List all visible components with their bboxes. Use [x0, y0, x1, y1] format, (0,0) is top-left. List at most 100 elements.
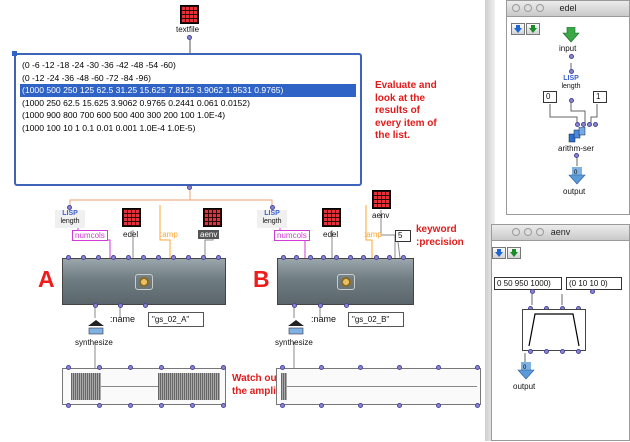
sound-a-outlet-4[interactable]	[159, 403, 164, 408]
sound-b-inlet-6[interactable]	[475, 365, 480, 370]
arithm-outlet[interactable]	[574, 153, 579, 158]
aenv-window[interactable]: aenv 0 50 950 1000) (0 10 10 0) 0 output	[491, 224, 630, 441]
synth-b-inlet-4[interactable]	[320, 255, 326, 260]
sound-view-a[interactable]	[62, 368, 226, 405]
sound-a-outlet-6[interactable]	[221, 403, 226, 408]
patch-canvas[interactable]: textfile (0 -6 -12 -18 -24 -30 -36 -42 -…	[0, 0, 484, 441]
synth-a-inlet-7[interactable]	[156, 255, 161, 260]
synth-b-inlet-6[interactable]	[347, 255, 353, 260]
text-list-item[interactable]: (1000 500 250 125 62.5 31.25 15.625 7.81…	[20, 84, 356, 97]
sound-a-inlet-4[interactable]	[159, 365, 164, 370]
sound-b-inlet-3[interactable]	[358, 365, 363, 370]
synth-a-outlet-3[interactable]	[143, 303, 148, 308]
synth-a-inlet-11[interactable]	[216, 255, 221, 260]
name-field-a[interactable]: "gs_02_A"	[148, 312, 204, 327]
sound-a-outlet-5[interactable]	[190, 403, 195, 408]
synth-a-inlet-10[interactable]	[201, 255, 206, 260]
input-icon[interactable]	[562, 26, 580, 45]
synth-a-inlet-1[interactable]	[66, 255, 71, 260]
sound-b-outlet-5[interactable]	[436, 403, 441, 408]
sound-a-outlet-2[interactable]	[97, 403, 102, 408]
edel-a-icon[interactable]	[122, 208, 141, 227]
synth-a-inlet-2[interactable]	[81, 255, 86, 260]
sound-a-inlet-6[interactable]	[221, 365, 226, 370]
synth-a-inlet-5[interactable]	[126, 255, 131, 260]
output-icon[interactable]: 0	[568, 167, 586, 187]
synth-a-inlet-9[interactable]	[186, 255, 191, 260]
list-box-y[interactable]: (0 10 10 0)	[566, 277, 622, 290]
name-field-b[interactable]: "gs_02_B"	[348, 312, 404, 327]
text-list-item[interactable]: (1000 900 800 700 600 500 400 300 200 10…	[20, 109, 356, 122]
sound-b-outlet-6[interactable]	[475, 403, 480, 408]
synth-b-inlet-7[interactable]	[360, 255, 366, 260]
number-box-1[interactable]: 1	[593, 91, 607, 103]
bpf-outlet-4[interactable]	[576, 349, 581, 354]
text-list-item[interactable]: (0 -12 -24 -36 -48 -60 -72 -84 -96)	[20, 72, 356, 85]
sound-a-outlet-3[interactable]	[128, 403, 133, 408]
synth-b-outlet-1[interactable]	[292, 303, 297, 308]
text-list-box[interactable]: (0 -6 -12 -18 -24 -30 -36 -42 -48 -54 -6…	[14, 53, 362, 186]
synth-b-inlet-3[interactable]	[307, 255, 313, 260]
amp-b-label[interactable]: :amp	[364, 230, 382, 239]
synth-a-outlet-2[interactable]	[118, 303, 123, 308]
synth-a-inlet-3[interactable]	[96, 255, 101, 260]
precision-number[interactable]: 5	[395, 230, 411, 242]
sound-b-inlet-5[interactable]	[436, 365, 441, 370]
input-outlet[interactable]	[569, 54, 574, 59]
sound-b-inlet-2[interactable]	[319, 365, 324, 370]
synthesis-box-b[interactable]	[277, 258, 414, 305]
sound-b-outlet-2[interactable]	[319, 403, 324, 408]
aenv-b-icon[interactable]	[372, 190, 391, 209]
output-icon[interactable]: 0	[517, 362, 535, 382]
selection-handle[interactable]	[12, 51, 17, 56]
sound-b-outlet-3[interactable]	[358, 403, 363, 408]
synthesize-a-icon[interactable]	[86, 320, 106, 336]
textfile-icon[interactable]	[180, 5, 199, 24]
synth-b-outlet-2[interactable]	[318, 303, 323, 308]
synth-a-inlet-8[interactable]	[171, 255, 176, 260]
number-box-0[interactable]: 0	[543, 91, 557, 103]
amp-a-label[interactable]: :amp	[160, 230, 178, 239]
sound-a-inlet-2[interactable]	[97, 365, 102, 370]
sound-b-inlet-4[interactable]	[397, 365, 402, 370]
bpf-outlet-2[interactable]	[544, 349, 549, 354]
synthesize-b-icon[interactable]	[286, 320, 306, 336]
edel-window[interactable]: edel input LISPlength 0 1 arithm-ser 0	[506, 0, 630, 215]
synth-a-inlet-6[interactable]	[141, 255, 146, 260]
text-list-item[interactable]: (1000 100 10 1 0.1 0.01 0.001 1.0E-4 1.0…	[20, 122, 356, 135]
synthesis-box-a[interactable]	[62, 258, 226, 305]
synth-a-outlet-1[interactable]	[93, 303, 98, 308]
list-x-outlet[interactable]	[530, 289, 535, 294]
synth-a-inlet-4[interactable]	[111, 255, 116, 260]
length-b-box[interactable]: LISP length	[257, 210, 287, 228]
text-box-outlet[interactable]	[187, 185, 192, 190]
sound-b-inlet-1[interactable]	[280, 365, 285, 370]
sound-b-outlet-4[interactable]	[397, 403, 402, 408]
arithm-inlet-4[interactable]	[593, 122, 598, 127]
edel-length-box[interactable]: LISP length	[556, 75, 586, 93]
numcols-b-label[interactable]: numcols	[274, 230, 310, 241]
arithm-ser-icon[interactable]	[568, 126, 586, 145]
synth-b-outlet-3[interactable]	[344, 303, 349, 308]
numcols-a-label[interactable]: numcols	[72, 230, 108, 241]
sound-view-b[interactable]	[276, 368, 481, 405]
aenv-a-icon[interactable]	[203, 208, 222, 227]
text-list-item[interactable]: (1000 250 62.5 15.625 3.9062 0.9765 0.24…	[20, 97, 356, 110]
sound-b-outlet-1[interactable]	[280, 403, 285, 408]
textfile-outlet[interactable]	[187, 35, 192, 40]
sound-a-inlet-3[interactable]	[128, 365, 133, 370]
bpf-editor[interactable]	[522, 309, 586, 351]
synth-b-inlet-1[interactable]	[281, 255, 286, 260]
length-outlet[interactable]	[569, 98, 574, 103]
synth-b-inlet-10[interactable]	[400, 255, 406, 260]
length-inlet[interactable]	[569, 69, 574, 74]
length-a-box[interactable]: LISP length	[55, 210, 85, 228]
sound-a-inlet-1[interactable]	[66, 365, 71, 370]
list-box-x[interactable]: 0 50 950 1000)	[494, 277, 562, 290]
bpf-outlet-3[interactable]	[560, 349, 565, 354]
bpf-outlet-1[interactable]	[528, 349, 533, 354]
text-list-item[interactable]: (0 -6 -12 -18 -24 -30 -36 -42 -48 -54 -6…	[20, 59, 356, 72]
list-y-outlet[interactable]	[590, 289, 595, 294]
sound-a-outlet-1[interactable]	[66, 403, 71, 408]
sound-a-inlet-5[interactable]	[190, 365, 195, 370]
